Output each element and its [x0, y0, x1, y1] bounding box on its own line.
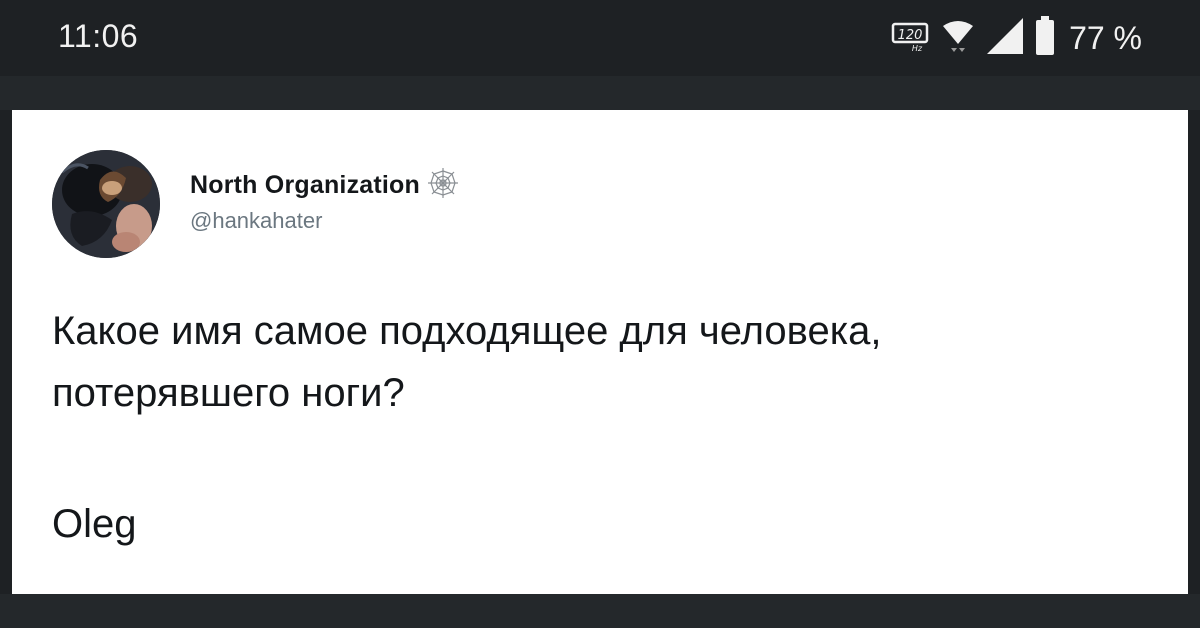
tweet-line: потерявшего ноги?	[52, 371, 405, 415]
battery-icon	[1035, 15, 1055, 61]
divider-strip	[0, 76, 1200, 110]
status-icons: 120 Hz 77 %	[891, 14, 1142, 62]
spiderweb-icon	[426, 166, 460, 205]
handle[interactable]: @hankahater	[190, 208, 322, 234]
author-row: North Organization	[190, 166, 460, 205]
wifi-icon	[941, 18, 975, 59]
display-name[interactable]: North Organization	[190, 171, 420, 200]
refresh-rate-value: 120	[898, 28, 923, 43]
tweet-text: Какое имя самое подходящее для человека,…	[52, 300, 1152, 424]
bottom-strip	[0, 594, 1200, 628]
refresh-rate-unit: Hz	[912, 44, 923, 53]
tweet-card: North Organization @hankahater Какое имя…	[12, 110, 1188, 594]
battery-percent: 77 %	[1069, 19, 1142, 56]
status-time: 11:06	[58, 18, 139, 54]
status-bar: 11:06 120 Hz 77 %	[0, 0, 1200, 76]
refresh-rate-icon: 120 Hz	[891, 18, 931, 59]
avatar[interactable]	[52, 150, 160, 258]
tweet-line: Какое имя самое подходящее для человека,	[52, 309, 882, 353]
signal-icon	[985, 16, 1025, 61]
tweet-answer: Oleg	[52, 502, 137, 546]
